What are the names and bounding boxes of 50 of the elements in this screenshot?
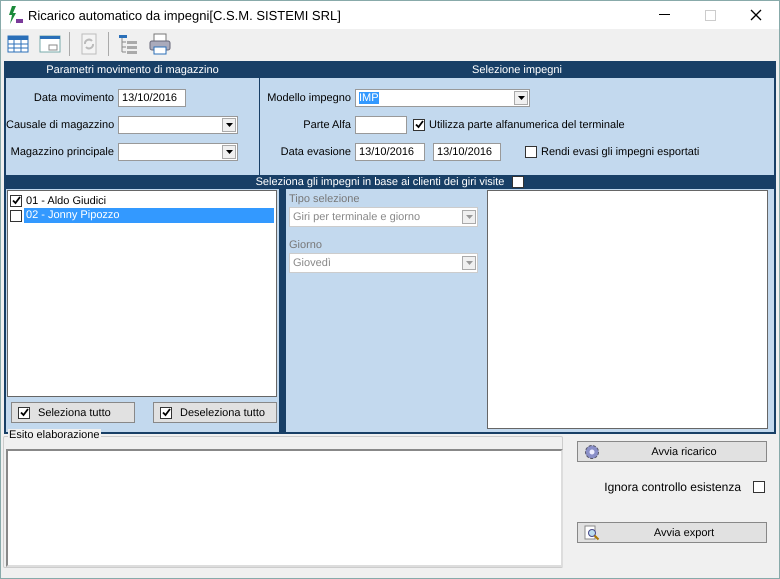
list-item[interactable]: 01 - Aldo Giudici: [24, 194, 274, 206]
checkbox-label: Rendi evasi gli impegni esportati: [541, 146, 700, 158]
toolbar-button[interactable]: [147, 31, 173, 57]
date-field[interactable]: 13/10/2016: [433, 142, 501, 160]
section-header: Selezione impegni: [260, 63, 774, 78]
input-field[interactable]: [355, 116, 407, 134]
checkbox-label: Utilizza parte alfanumerica del terminale: [429, 118, 625, 130]
field-label: Data evasione: [280, 146, 352, 158]
form-icon: [39, 34, 61, 54]
gear-icon: [584, 444, 600, 460]
maximize-icon: [704, 10, 716, 20]
caret-icon: [518, 96, 524, 100]
field-label: Parte Alfa: [302, 118, 352, 130]
checkbox[interactable]: [753, 481, 765, 493]
dropdown[interactable]: [118, 142, 238, 160]
section-header: Seleziona gli impegni in base ai clienti dei giri visite: [256, 176, 504, 188]
dropdown[interactable]: [118, 116, 238, 134]
field-label: Causale di magazzino: [6, 118, 116, 130]
printer-icon: [148, 33, 172, 55]
date-field[interactable]: 13/10/2016: [355, 142, 425, 160]
section-header: Parametri movimento di magazzino: [6, 63, 259, 78]
select-button[interactable]: Seleziona tutto: [11, 402, 135, 423]
caret-icon: [466, 215, 472, 219]
field-label: Giorno: [289, 238, 324, 253]
magnifier-icon: [584, 524, 600, 540]
app-icon: [6, 5, 24, 25]
checkbox[interactable]: [525, 146, 537, 158]
window-title: Ricarico automatico da impegni[C.S.M. SISTEMI SRL]: [28, 8, 342, 22]
refresh-icon: [79, 33, 99, 55]
select-button[interactable]: Deseleziona tutto: [153, 402, 277, 423]
caret-icon: [226, 122, 232, 126]
tree-icon: [117, 33, 139, 55]
checkbox-label: Ignora controllo esistenza: [604, 480, 741, 494]
caret-icon: [226, 150, 232, 154]
checkbox[interactable]: [512, 176, 524, 188]
caret-icon: [466, 261, 472, 265]
group-label: Esito elaborazione: [8, 429, 101, 441]
table-icon: [7, 34, 29, 54]
checkbox[interactable]: [10, 194, 22, 206]
action-button[interactable]: Avvia export: [577, 522, 767, 543]
field-label: Modello impegno: [266, 92, 352, 104]
field-label: Data movimento: [32, 92, 115, 104]
field-label: Magazzino principale: [10, 146, 115, 158]
close-icon: [750, 9, 762, 21]
action-button[interactable]: Avvia ricarico: [577, 441, 767, 462]
checkbox[interactable]: [10, 210, 22, 222]
field-label: Tipo selezione: [289, 192, 361, 207]
checkbox[interactable]: [413, 118, 425, 130]
minimize-icon: [658, 14, 670, 16]
date-field[interactable]: 13/10/2016: [118, 88, 186, 106]
